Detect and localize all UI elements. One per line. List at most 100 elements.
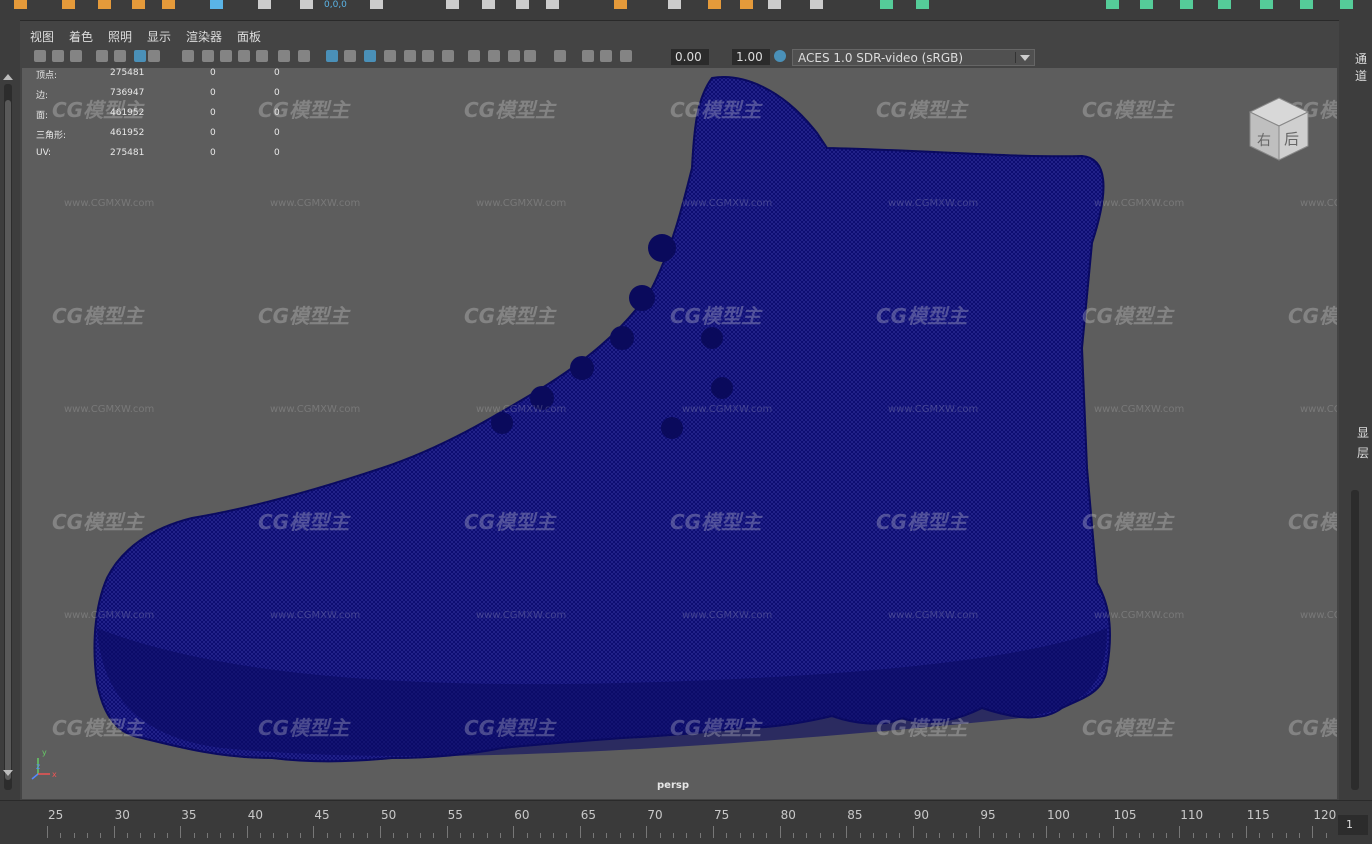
menu-shading[interactable]: 着色 xyxy=(69,28,93,45)
scroll-down-arrow-icon[interactable] xyxy=(3,770,13,776)
bookmark-icon[interactable] xyxy=(70,50,82,62)
wireframe-on-shaded-icon[interactable] xyxy=(344,50,356,62)
depth-of-field-icon[interactable] xyxy=(488,50,500,62)
menu-panels[interactable]: 面板 xyxy=(237,28,261,45)
textured-icon[interactable] xyxy=(364,50,376,62)
isolate-select-icon[interactable] xyxy=(508,50,520,62)
extrude-icon[interactable] xyxy=(98,0,111,9)
colorspace-dropdown[interactable]: ACES 1.0 SDR-video (sRGB) xyxy=(792,49,1035,66)
gamma-icon[interactable] xyxy=(620,50,632,62)
left-tool-strip xyxy=(0,20,20,800)
timeline-minor-tick xyxy=(832,833,834,838)
default-lighting-icon[interactable] xyxy=(384,50,396,62)
resolution-gate-icon[interactable] xyxy=(202,50,214,62)
snap-icon[interactable] xyxy=(916,0,929,9)
watermark-logo: CG模型主 xyxy=(1082,510,1174,534)
gate-mask-icon[interactable] xyxy=(220,50,232,62)
gamma-field[interactable]: 1.00 xyxy=(732,49,770,65)
image-plane-icon[interactable] xyxy=(96,50,108,62)
timeline-minor-tick xyxy=(406,833,408,838)
brush-icon[interactable] xyxy=(768,0,781,9)
backface-icon[interactable] xyxy=(582,50,594,62)
right-scrollbar[interactable] xyxy=(1351,490,1359,790)
xray-joints-icon[interactable] xyxy=(554,50,566,62)
hud-v3: 0 xyxy=(274,108,280,118)
bridge-icon[interactable] xyxy=(162,0,175,9)
2d-pan-icon[interactable] xyxy=(114,50,126,62)
cylinder-icon[interactable] xyxy=(546,0,559,9)
timeline-tick-label: 30 xyxy=(114,808,130,822)
timeline-minor-tick xyxy=(1272,833,1274,838)
shelf-extra-icon[interactable] xyxy=(1140,0,1153,9)
current-frame-field[interactable]: 1 xyxy=(1338,815,1368,835)
menu-view[interactable]: 视图 xyxy=(30,28,54,45)
watermark-url: www.CGMXW.com xyxy=(888,404,979,415)
target-weld-icon[interactable] xyxy=(300,0,313,9)
smooth-shade-icon[interactable] xyxy=(326,50,338,62)
field-chart-icon[interactable] xyxy=(238,50,250,62)
move-tool-icon[interactable] xyxy=(62,0,75,9)
timeline-major-tick xyxy=(180,826,182,838)
channel-box-tab[interactable]: 通道 xyxy=(1355,50,1372,84)
safe-title-icon[interactable] xyxy=(278,50,290,62)
time-slider[interactable]: 1 25 30 35 40 45 50 55 60 65 70 75 80 85 90 95 100 105 11… xyxy=(0,800,1372,844)
layer-tab[interactable]: 层 xyxy=(1357,444,1369,461)
boot-mesh[interactable] xyxy=(22,68,1337,799)
watermark-logo: CG模型主 xyxy=(1082,304,1174,328)
timeline-minor-tick xyxy=(206,833,208,838)
timeline-minor-tick xyxy=(166,833,168,838)
align-icon[interactable] xyxy=(880,0,893,9)
motion-blur-icon[interactable] xyxy=(442,50,454,62)
left-scrollbar-thumb[interactable] xyxy=(5,100,11,780)
scroll-up-arrow-icon[interactable] xyxy=(3,74,13,80)
wireframe-icon[interactable] xyxy=(298,50,310,62)
grid-icon[interactable] xyxy=(516,0,529,9)
render-icon[interactable] xyxy=(1106,0,1119,9)
camera-attributes-icon[interactable] xyxy=(52,50,64,62)
boolean-icon[interactable] xyxy=(708,0,721,9)
timeline-minor-tick xyxy=(872,833,874,838)
polygon-sphere-icon[interactable] xyxy=(14,0,27,9)
grease-pencil-icon[interactable] xyxy=(134,50,146,62)
menu-show[interactable]: 显示 xyxy=(147,28,171,45)
display-tab[interactable]: 显 xyxy=(1357,424,1369,441)
shelf-extra-icon[interactable] xyxy=(1180,0,1193,9)
cone-icon[interactable] xyxy=(482,0,495,9)
viewcube[interactable]: 右 后 xyxy=(1244,94,1314,164)
menu-renderer[interactable]: 渲染器 xyxy=(186,28,222,45)
smooth-icon[interactable] xyxy=(740,0,753,9)
perspective-viewport[interactable]: CG模型主 www.CGMXW.com CG模型主 www.CGMXW.com CG模型… xyxy=(22,68,1337,799)
safe-action-icon[interactable] xyxy=(256,50,268,62)
timeline-tick-label: 40 xyxy=(247,808,264,822)
ambient-occlusion-icon[interactable] xyxy=(422,50,434,62)
shelf-extra-icon[interactable] xyxy=(1300,0,1313,9)
hud-v1: 736947 xyxy=(110,88,145,98)
hud-v1: 275481 xyxy=(110,148,145,158)
uv-editor-icon[interactable] xyxy=(210,0,223,9)
cube-select-icon[interactable] xyxy=(446,0,459,9)
bevel-icon[interactable] xyxy=(132,0,145,9)
exposure-field[interactable]: 0.00 xyxy=(671,49,709,65)
sculpt-icon[interactable] xyxy=(810,0,823,9)
shelf-extra-icon[interactable] xyxy=(1260,0,1273,9)
xray-icon[interactable] xyxy=(524,50,536,62)
color-management-icon[interactable] xyxy=(774,50,786,62)
timeline-minor-tick xyxy=(886,833,888,838)
timeline-minor-tick xyxy=(1285,833,1287,838)
watermark-logo: CG模型主 xyxy=(1288,304,1337,328)
film-gate-icon[interactable] xyxy=(182,50,194,62)
shelf-extra-icon[interactable] xyxy=(1218,0,1231,9)
timeline-minor-tick xyxy=(366,833,368,838)
anti-aliasing-icon[interactable] xyxy=(468,50,480,62)
timeline-minor-tick xyxy=(926,833,928,838)
multi-cut-icon[interactable] xyxy=(370,0,383,9)
mirror-icon[interactable] xyxy=(668,0,681,9)
shadows-icon[interactable] xyxy=(404,50,416,62)
plane-icon[interactable] xyxy=(614,0,627,9)
exposure-icon[interactable] xyxy=(600,50,612,62)
grid-toggle-icon[interactable] xyxy=(148,50,160,62)
menu-lighting[interactable]: 照明 xyxy=(108,28,132,45)
select-camera-icon[interactable] xyxy=(34,50,46,62)
camera-icon[interactable] xyxy=(258,0,271,9)
shelf-extra-icon[interactable] xyxy=(1340,0,1353,9)
